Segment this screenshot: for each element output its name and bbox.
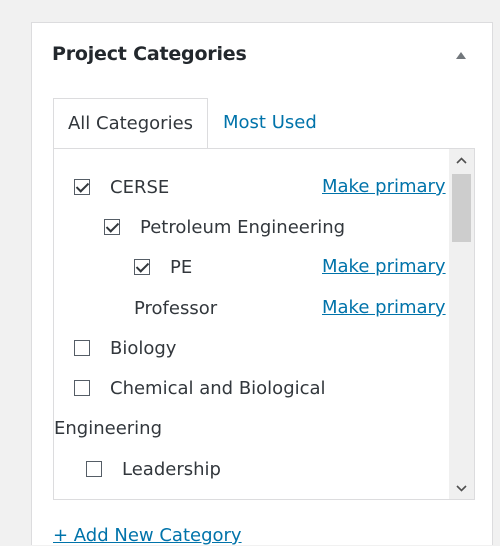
project-categories-panel: Project Categories All Categories Most U… (31, 22, 493, 546)
make-primary-link[interactable]: Make primary (322, 256, 446, 277)
panel-header: Project Categories (32, 23, 492, 89)
checkbox-icon[interactable] (104, 219, 120, 235)
tab-all-categories[interactable]: All Categories (53, 98, 208, 149)
make-primary-link[interactable]: Make primary (322, 297, 446, 318)
list-item: Professor (134, 288, 217, 328)
scroll-thumb[interactable] (452, 174, 471, 242)
chevron-up-icon[interactable] (449, 149, 474, 171)
checkbox-icon[interactable] (86, 461, 102, 477)
category-label: Petroleum Engineering (140, 216, 346, 238)
chevron-down-icon[interactable] (449, 477, 474, 499)
list-item: Engineering (54, 408, 162, 448)
checkbox-icon[interactable] (134, 259, 150, 275)
checkbox-icon[interactable] (74, 179, 90, 195)
panel-title: Project Categories (52, 43, 247, 65)
list-item: Biology (74, 328, 176, 368)
triangle-up-icon[interactable] (456, 52, 466, 59)
scrollbar[interactable] (449, 149, 474, 499)
add-new-category-link[interactable]: + Add New Category (53, 525, 242, 546)
category-checklist: CERSE Make primary Petroleum Engineering… (53, 148, 475, 500)
category-label: Leadership (122, 458, 221, 480)
list-item: Chemical and Biological (74, 368, 326, 408)
list-item: CERSE (74, 167, 169, 207)
list-item: Petroleum Engineering (104, 207, 345, 247)
list-item: Leadership (86, 449, 221, 489)
category-label: CERSE (110, 176, 170, 198)
category-label: Biology (110, 337, 177, 359)
category-label: Chemical and Biological (110, 377, 326, 399)
list-item: PE (134, 247, 192, 287)
category-label: PE (170, 256, 193, 278)
tab-most-used[interactable]: Most Used (223, 98, 353, 149)
category-tabs: All Categories Most Used (53, 98, 473, 149)
category-label: Professor (134, 297, 218, 319)
checkbox-icon[interactable] (74, 340, 90, 356)
make-primary-link[interactable]: Make primary (322, 176, 446, 197)
category-label: Engineering (54, 417, 162, 439)
checkbox-icon[interactable] (74, 380, 90, 396)
